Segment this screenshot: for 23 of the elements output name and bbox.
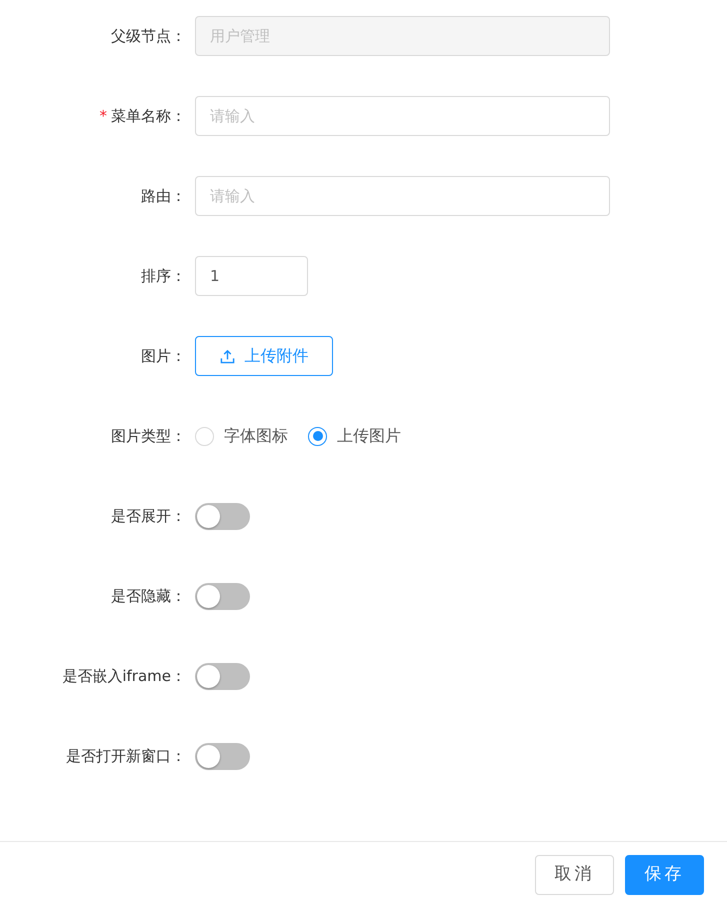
input-field[interactable]: 请输入 — [195, 176, 610, 216]
radio-button[interactable] — [308, 426, 327, 446]
field-label: 父级节点： — [111, 26, 186, 47]
radio-option[interactable]: 上传图片 — [308, 424, 401, 448]
cancel-button[interactable]: 取消 — [535, 855, 614, 895]
toggle-switch[interactable] — [195, 662, 250, 690]
field-label: 是否展开： — [111, 506, 186, 527]
upload-icon — [220, 348, 234, 364]
toggle-switch[interactable] — [195, 502, 250, 530]
field-label: 路由： — [141, 186, 186, 207]
field-label: 是否嵌入iframe： — [62, 666, 186, 687]
toggle-switch[interactable] — [195, 582, 250, 610]
field-label: 是否打开新窗口： — [66, 746, 186, 767]
field-label: 排序： — [141, 266, 186, 287]
field-label: 图片： — [141, 346, 186, 367]
required-mark: * — [100, 106, 107, 127]
input-field[interactable]: 请输入 — [195, 96, 610, 136]
number-field[interactable]: 1 — [195, 256, 308, 296]
radio-option[interactable]: 字体图标 — [195, 424, 288, 448]
field-label: 是否隐藏： — [111, 586, 186, 607]
toggle-switch[interactable] — [195, 742, 250, 770]
field-label: 图片类型： — [111, 426, 186, 447]
field-label: 菜单名称： — [111, 106, 186, 127]
